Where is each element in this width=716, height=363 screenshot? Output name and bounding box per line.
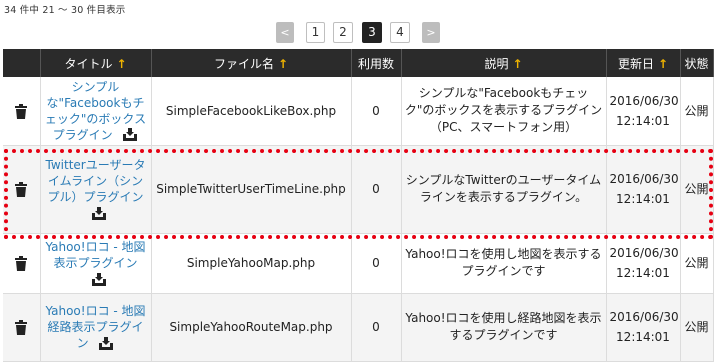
header-updated-label: 更新日 xyxy=(617,56,654,71)
updated-cell: 2016/06/30 12:14:01 xyxy=(606,233,681,294)
plugin-title-link[interactable]: Yahoo!ロコ - 地図表示プラグイン xyxy=(45,240,145,270)
status-cell: 公開 xyxy=(680,77,714,146)
file-cell: SimpleYahooRouteMap.php xyxy=(151,293,352,362)
updated-cell: 2016/06/30 12:14:01 xyxy=(606,145,681,234)
sort-arrow-icon[interactable]: ↑ xyxy=(658,57,668,71)
pagination: < 1 2 3 4 > xyxy=(0,22,716,43)
description-cell: シンプルな"Facebookもチェック"のボックスを表示するプラグイン（PC、ス… xyxy=(401,77,607,146)
trash-icon[interactable] xyxy=(14,320,28,335)
usage-cell: 0 xyxy=(351,293,402,362)
download-icon[interactable] xyxy=(85,206,107,220)
file-cell: SimpleYahooMap.php xyxy=(151,233,352,294)
download-icon[interactable] xyxy=(85,272,107,286)
table-row: Yahoo!ロコ - 地図表示プラグイン SimpleYahooMap.php … xyxy=(3,233,714,294)
status-cell: 公開 xyxy=(680,145,714,234)
plugin-table: タイトル ↑ ファイル名 ↑ 利用数 説明 ↑ 更新日 ↑ 状態 シンプルな"Faceb… xyxy=(3,49,714,362)
action-cell xyxy=(3,293,41,362)
download-icon[interactable] xyxy=(116,128,138,142)
description-cell: Yahoo!ロコを使用し経路地図を表示するプラグインです xyxy=(401,293,607,362)
table-header-row: タイトル ↑ ファイル名 ↑ 利用数 説明 ↑ 更新日 ↑ 状態 xyxy=(3,49,714,77)
title-cell: シンプルな"Facebookもチェック"のボックスプラグイン xyxy=(40,77,152,146)
updated-date: 2016/06/30 xyxy=(609,310,679,324)
usage-cell: 0 xyxy=(351,145,402,234)
status-cell: 公開 xyxy=(680,233,714,294)
title-cell: Yahoo!ロコ - 地図経路表示プラグイン xyxy=(40,293,152,362)
title-cell: Twitterユーザータイムライン（シンプル）プラグイン xyxy=(40,145,152,234)
header-description-label: 説明 xyxy=(484,56,509,71)
download-icon[interactable] xyxy=(92,336,114,350)
updated-cell: 2016/06/30 12:14:01 xyxy=(606,293,681,362)
status-cell: 公開 xyxy=(680,293,714,362)
result-count: 34 件中 21 ～ 30 件目表示 xyxy=(4,5,126,16)
sort-arrow-icon[interactable]: ↑ xyxy=(512,57,522,71)
header-title[interactable]: タイトル ↑ xyxy=(40,49,152,77)
header-description[interactable]: 説明 ↑ xyxy=(401,49,607,77)
header-title-label: タイトル xyxy=(64,56,113,71)
updated-cell: 2016/06/30 12:14:01 xyxy=(606,77,681,146)
updated-time: 12:14:01 xyxy=(616,330,670,344)
updated-time: 12:14:01 xyxy=(616,113,670,128)
title-cell: Yahoo!ロコ - 地図表示プラグイン xyxy=(40,233,152,294)
page-2-button[interactable]: 2 xyxy=(333,22,353,43)
updated-date: 2016/06/30 xyxy=(609,172,679,186)
header-action xyxy=(3,49,41,77)
next-page-button[interactable]: > xyxy=(422,22,440,43)
trash-icon[interactable] xyxy=(14,256,28,271)
trash-icon[interactable] xyxy=(14,103,28,119)
usage-cell: 0 xyxy=(351,77,402,146)
updated-time: 12:14:01 xyxy=(616,192,670,206)
table-row: Yahoo!ロコ - 地図経路表示プラグイン SimpleYahooRouteM… xyxy=(3,293,714,362)
header-file-label: ファイル名 xyxy=(213,56,274,71)
usage-cell: 0 xyxy=(351,233,402,294)
page-3-button[interactable]: 3 xyxy=(362,22,382,43)
header-status: 状態 xyxy=(680,49,714,77)
file-cell: SimpleFacebookLikeBox.php xyxy=(151,77,352,146)
updated-date: 2016/06/30 xyxy=(609,93,679,108)
updated-date: 2016/06/30 xyxy=(609,246,679,260)
sort-arrow-icon[interactable]: ↑ xyxy=(278,57,288,71)
action-cell xyxy=(3,233,41,294)
prev-page-button[interactable]: < xyxy=(276,22,294,43)
trash-icon[interactable] xyxy=(14,182,28,197)
header-updated[interactable]: 更新日 ↑ xyxy=(606,49,681,77)
header-usage: 利用数 xyxy=(351,49,402,77)
table-row: シンプルな"Facebookもチェック"のボックスプラグイン SimpleFac… xyxy=(3,77,714,146)
header-file[interactable]: ファイル名 ↑ xyxy=(151,49,352,77)
updated-time: 12:14:01 xyxy=(616,266,670,280)
file-cell: SimpleTwitterUserTimeLine.php xyxy=(151,145,352,234)
page-1-button[interactable]: 1 xyxy=(306,22,325,43)
action-cell xyxy=(3,145,41,234)
description-cell: シンプルなTwitterのユーザータイムラインを表示するプラグイン。 xyxy=(401,145,607,234)
sort-arrow-icon[interactable]: ↑ xyxy=(116,57,126,71)
action-cell xyxy=(3,77,41,146)
table-row: Twitterユーザータイムライン（シンプル）プラグイン SimpleTwitt… xyxy=(3,145,714,234)
plugin-title-link[interactable]: Twitterユーザータイムライン（シンプル）プラグイン xyxy=(46,158,146,204)
description-cell: Yahoo!ロコを使用し地図を表示するプラグインです xyxy=(401,233,607,294)
page-4-button[interactable]: 4 xyxy=(390,22,410,43)
